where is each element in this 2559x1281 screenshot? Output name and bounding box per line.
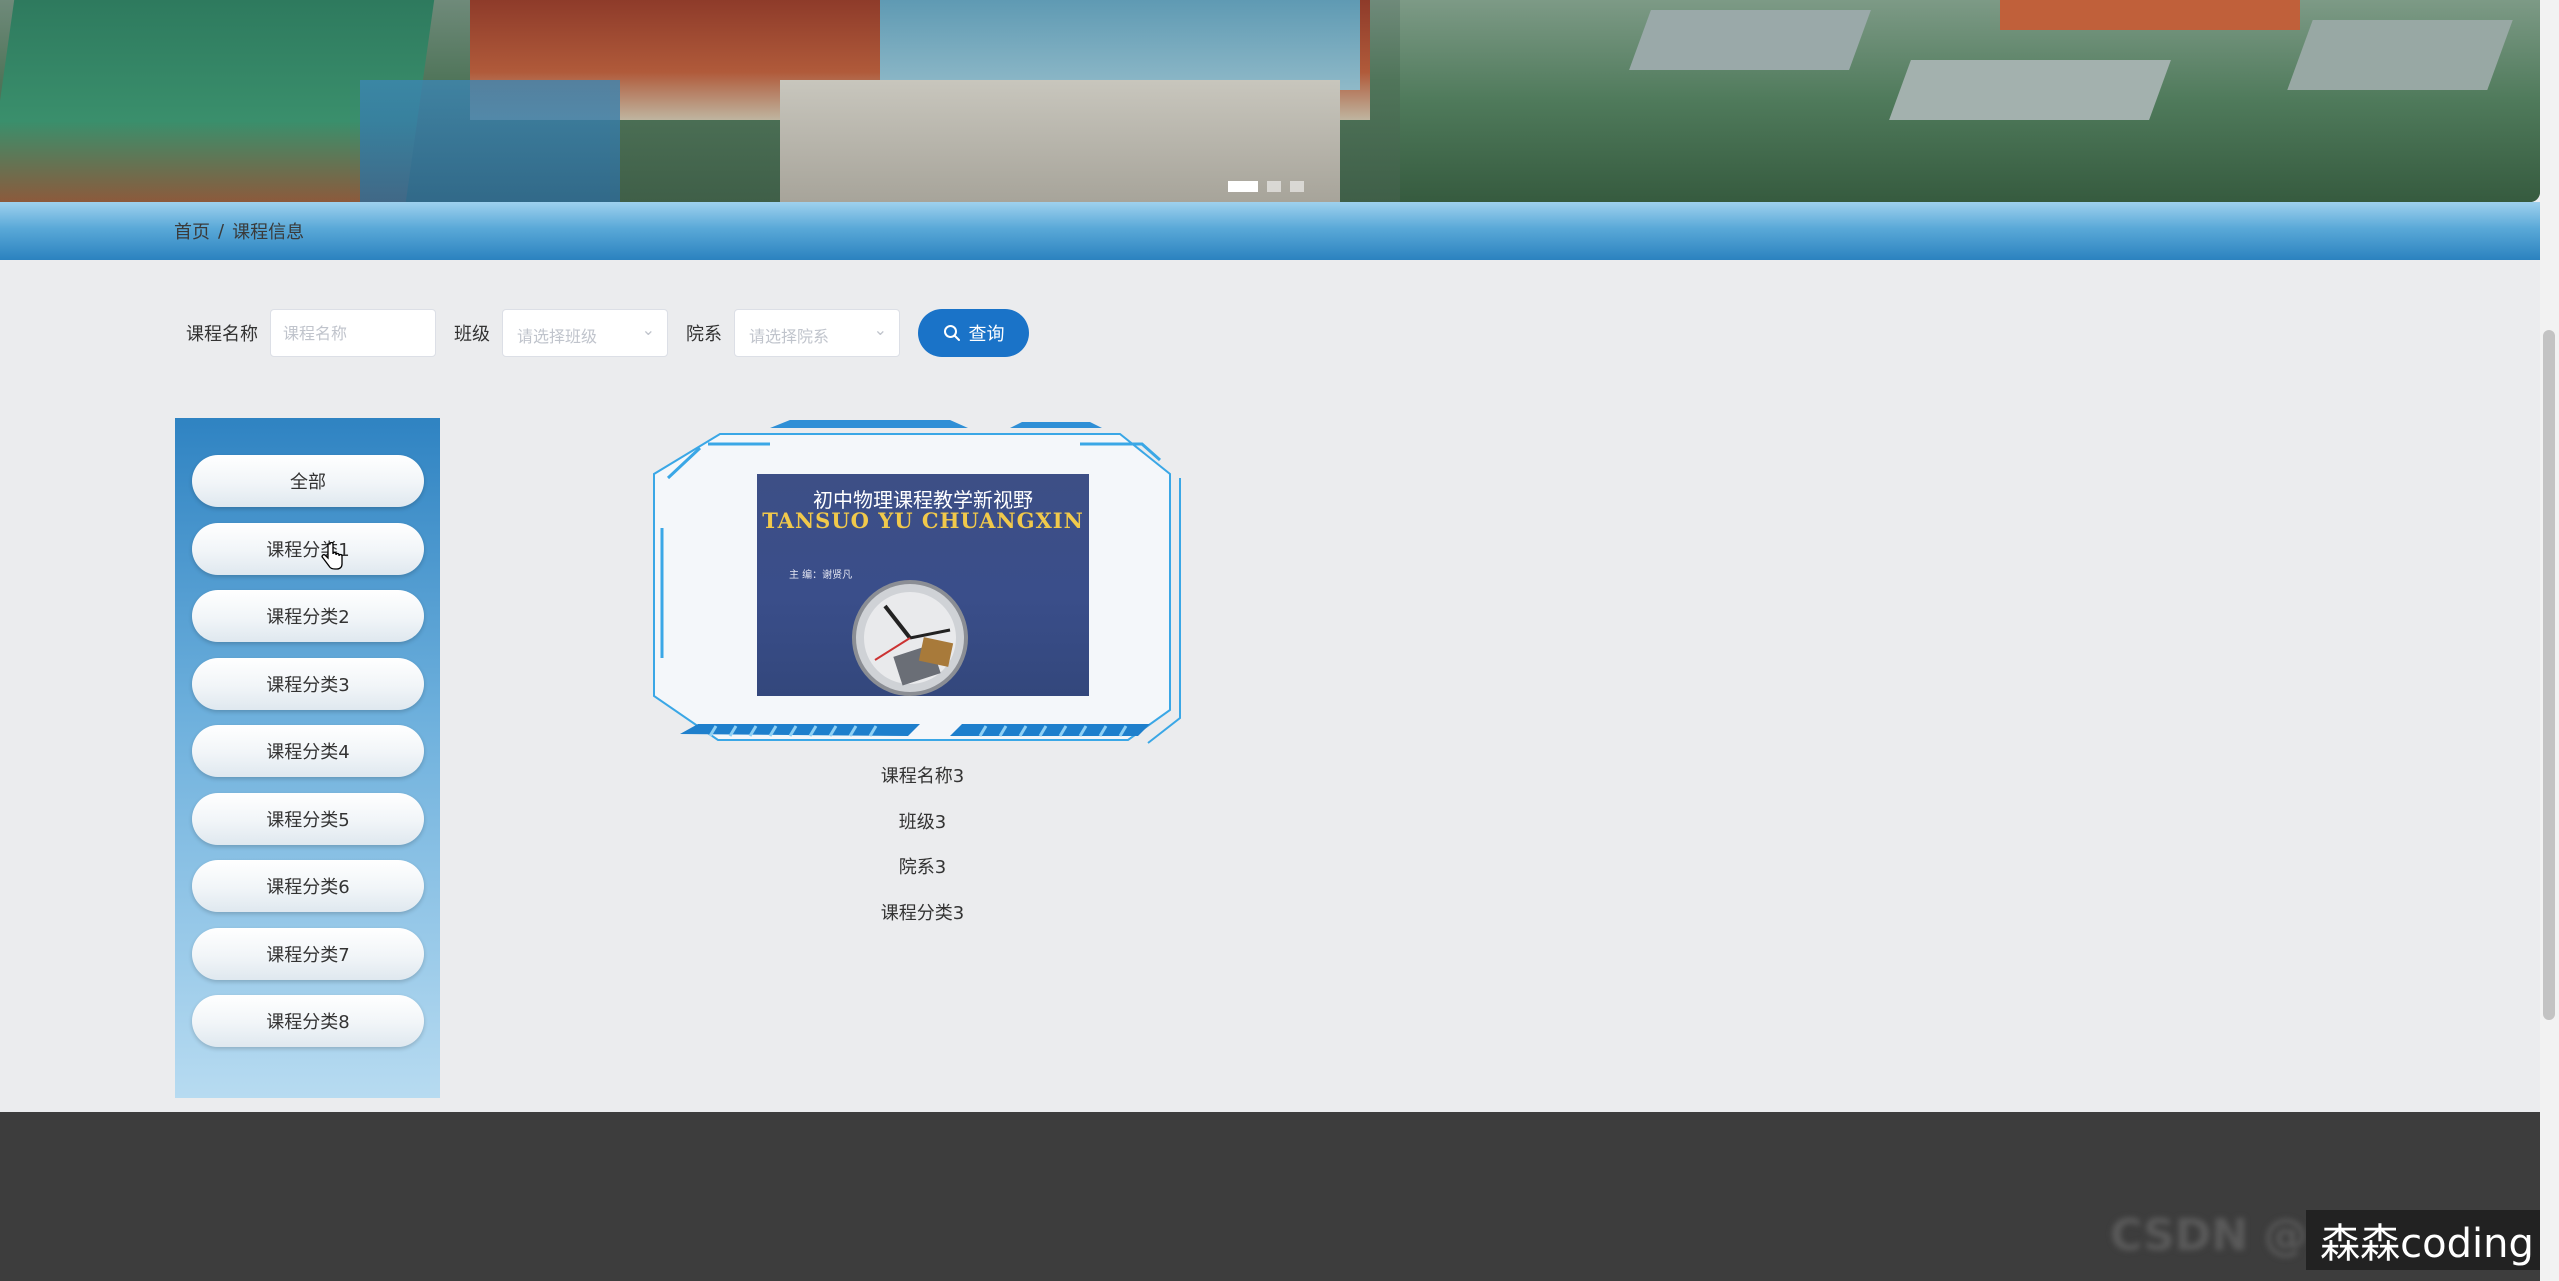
scrollbar-thumb[interactable] (2543, 330, 2555, 1020)
breadcrumb-home-link[interactable]: 首页 (174, 218, 210, 244)
breadcrumb-bar: 首页 / 课程信息 (0, 202, 2540, 260)
class-select-placeholder: 请选择班级 (517, 327, 598, 346)
department-select[interactable]: 请选择院系 ⌄ (734, 309, 900, 357)
search-icon (943, 325, 960, 341)
cover-title-en: TANSUO YU CHUANGXIN (762, 508, 1084, 533)
carousel-dot[interactable] (1290, 181, 1304, 192)
category-button-1[interactable]: 课程分类1 (192, 523, 424, 575)
breadcrumb-current: 课程信息 (232, 222, 305, 243)
category-button-6[interactable]: 课程分类6 (192, 860, 424, 912)
query-button[interactable]: 查询 (918, 309, 1029, 357)
department-label: 院系 (686, 324, 722, 345)
carousel-dot[interactable] (1267, 181, 1281, 192)
carousel-dot[interactable] (1228, 181, 1258, 192)
class-label: 班级 (454, 324, 490, 345)
course-name-input[interactable] (270, 309, 436, 357)
hand-cursor-icon (321, 542, 343, 570)
course-card[interactable]: 初中物理课程教学新视野 TANSUO YU CHUANGXIN 主 编：谢贤凡 (650, 418, 1195, 753)
category-button-8[interactable]: 课程分类8 (192, 995, 424, 1047)
hero-banner (0, 0, 2540, 202)
cover-author: 主 编：谢贤凡 (789, 570, 853, 581)
class-select[interactable]: 请选择班级 ⌄ (502, 309, 668, 357)
course-class-text: 班级3 (898, 812, 947, 833)
breadcrumb: 首页 / 课程信息 (174, 218, 304, 244)
course-name-text[interactable]: 课程名称3 (650, 762, 1195, 788)
chevron-down-icon: ⌄ (873, 320, 887, 339)
department-select-placeholder: 请选择院系 (749, 327, 830, 346)
breadcrumb-separator: / (218, 220, 225, 242)
category-button-7[interactable]: 课程分类7 (192, 928, 424, 980)
watermark: 森森coding (2306, 1210, 2548, 1270)
query-button-label: 查询 (968, 324, 1005, 345)
category-sidebar: 全部 课程分类1 课程分类2 课程分类3 课程分类4 课程分类5 课程分类6 课… (175, 418, 440, 1098)
course-name-label: 课程名称 (186, 324, 258, 345)
footer-blurred-text: CSDN @ (2110, 1210, 2308, 1261)
banner-carousel-dots[interactable] (1228, 181, 1304, 192)
category-all-button[interactable]: 全部 (192, 455, 424, 507)
category-button-3[interactable]: 课程分类3 (192, 658, 424, 710)
search-form: 课程名称 班级 请选择班级 ⌄ 院系 请选择院系 ⌄ 查询 (186, 309, 1029, 357)
course-cover-image[interactable]: 初中物理课程教学新视野 TANSUO YU CHUANGXIN 主 编：谢贤凡 (757, 474, 1089, 696)
course-department-text: 院系3 (898, 857, 947, 878)
course-category-text: 课程分类3 (880, 903, 965, 924)
category-button-2[interactable]: 课程分类2 (192, 590, 424, 642)
clock-illustration (852, 580, 968, 696)
category-button-5[interactable]: 课程分类5 (192, 793, 424, 845)
category-button-4[interactable]: 课程分类4 (192, 725, 424, 777)
chevron-down-icon: ⌄ (641, 320, 655, 339)
